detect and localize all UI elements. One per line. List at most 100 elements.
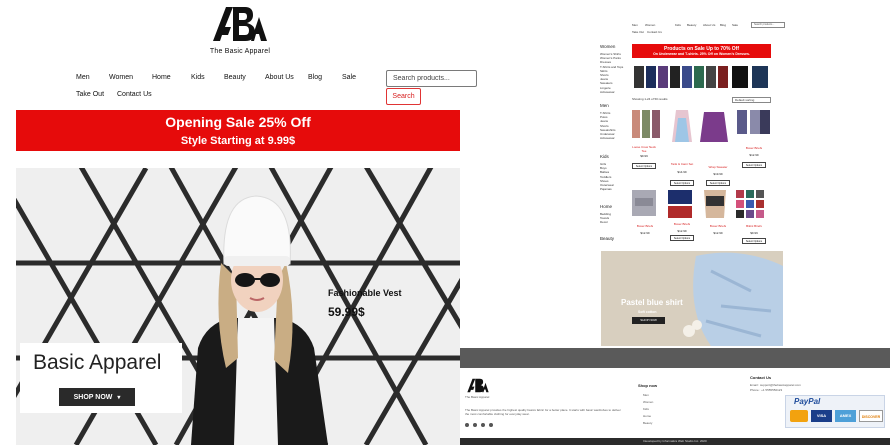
preview-nav-take-out[interactable]: Take Out — [632, 30, 644, 34]
preview-nav-kids[interactable]: Kids — [675, 23, 681, 27]
sidebar-heading-kids[interactable]: Kids — [600, 154, 609, 159]
product-name[interactable]: Boxer Briefs — [705, 224, 731, 228]
preview-sale-banner: Products on Sale Up to 70% Off On Underw… — [632, 44, 771, 58]
product-name[interactable]: Boxer Briefs — [632, 224, 658, 228]
sidebar-item[interactable]: Decor — [600, 220, 628, 224]
product-name[interactable]: Bikini Briefs — [741, 224, 767, 228]
preview-banner-subline: On Underwear and T-shirts. 25% Off on Wo… — [653, 52, 750, 56]
product-name[interactable]: Wrap Sweater — [705, 165, 731, 169]
sidebar-kids-list: Girls Boys Babies Toddlers Shoes Outerwe… — [600, 162, 628, 191]
product-price: $9.99 — [640, 154, 648, 158]
shop-now-label: SHOP NOW — [73, 393, 113, 401]
hero-product-price: 59.99$ — [328, 305, 365, 319]
preview-nav-blog[interactable]: Blog — [720, 23, 726, 27]
nav-sale[interactable]: Sale — [342, 74, 356, 81]
product-price: $14.99 — [677, 170, 687, 174]
instagram-icon[interactable] — [481, 423, 485, 427]
nav-about-us[interactable]: About Us — [265, 74, 294, 81]
sidebar-item[interactable]: Activewear — [600, 136, 628, 140]
amex-card: AMEX — [835, 410, 856, 422]
sale-banner-subline: Style Starting at 9.99$ — [180, 135, 296, 147]
search-input[interactable] — [386, 70, 477, 87]
nav-beauty[interactable]: Beauty — [224, 74, 246, 81]
footer-copyright: Developed by Informatics Web Studio Inc.… — [460, 438, 890, 445]
preview-nav-men[interactable]: Men — [632, 23, 638, 27]
promo-title: Pastel blue shirt — [621, 298, 683, 307]
product-price: $12.99 — [677, 229, 687, 233]
footer: The Basic Apparel The Basic Apparel prov… — [460, 368, 890, 438]
facebook-icon[interactable] — [465, 423, 469, 427]
footer-logo-icon[interactable] — [466, 378, 490, 393]
promo-banner[interactable]: Pastel blue shirt Soft cotton SHOP NOW — [601, 251, 783, 346]
footer-link[interactable]: Kids — [643, 406, 653, 413]
promo-shop-now-button[interactable]: SHOP NOW — [632, 317, 665, 324]
preview-nav-women[interactable]: Women — [645, 23, 655, 27]
nav-men[interactable]: Men — [76, 74, 90, 81]
footer-link[interactable]: Men — [643, 392, 653, 399]
product-price: $12.99 — [640, 231, 650, 235]
sidebar-heading-women[interactable]: Women — [600, 44, 615, 49]
nav-women[interactable]: Women — [109, 74, 133, 81]
nav-kids[interactable]: Kids — [191, 74, 205, 81]
footer-link[interactable]: Women — [643, 399, 653, 406]
footer-email[interactable]: Email : support@thebasicapparel.com — [750, 383, 801, 387]
product-row-1-image — [632, 110, 770, 142]
footer-divider-bar — [460, 348, 890, 368]
preview-search-input[interactable]: Search products... — [751, 22, 785, 28]
select-options-button[interactable]: Select Options — [670, 180, 694, 186]
hero-banner[interactable]: Fashionable Vest 59.99$ Basic Apparel SH… — [16, 168, 460, 445]
footer-phone[interactable]: Phone : +1 5555550123 — [750, 388, 782, 392]
youtube-icon[interactable] — [473, 423, 477, 427]
sale-banner: Opening Sale 25% Off Style Starting at 9… — [16, 110, 460, 151]
select-options-button[interactable]: Select Options — [742, 238, 766, 244]
preview-nav-beauty[interactable]: Beauty — [687, 23, 696, 27]
hero-title: Basic Apparel — [33, 351, 162, 374]
product-name[interactable]: Boxer Briefs — [669, 222, 695, 226]
nav-contact-us[interactable]: Contact Us — [117, 91, 152, 98]
footer-link[interactable]: Home — [643, 413, 653, 420]
nav-take-out[interactable]: Take Out — [76, 91, 104, 98]
footer-contact-heading: Contact Us — [750, 375, 772, 380]
pinterest-icon[interactable] — [489, 423, 493, 427]
sidebar-heading-beauty[interactable]: Beauty — [600, 236, 614, 241]
footer-link[interactable]: Beauty — [643, 420, 653, 427]
hero-product-label: Fashionable Vest — [328, 288, 402, 298]
product-name[interactable]: Boxer Briefs — [741, 146, 767, 150]
social-links — [465, 423, 493, 427]
product-strip-image — [632, 62, 771, 92]
product-name[interactable]: Loose Crew Neck Tee — [632, 145, 656, 153]
promo-subtitle: Soft cotton — [638, 310, 657, 314]
product-name[interactable]: Tank & Cami Set — [669, 162, 695, 166]
sidebar-heading-home[interactable]: Home — [600, 204, 612, 209]
select-options-button[interactable]: Select Options — [706, 180, 730, 186]
footer-brand-name: The Basic Apparel — [465, 395, 490, 399]
sidebar-item[interactable]: Pajamas — [600, 187, 628, 191]
shop-now-button[interactable]: SHOP NOW ▾ — [59, 388, 135, 406]
product-row-2-image — [632, 190, 764, 218]
payment-methods: PayPal VISA AMEX DISCOVER — [785, 395, 885, 428]
preview-nav-about[interactable]: About Us — [703, 23, 715, 27]
brand-name: The Basic Apparel — [209, 48, 271, 55]
nav-home[interactable]: Home — [152, 74, 171, 81]
select-options-button[interactable]: Select Options — [742, 162, 766, 168]
search-button[interactable]: Search — [386, 88, 421, 105]
sort-select[interactable]: Default sorting — [732, 97, 771, 103]
footer-shop-links: Men Women Kids Home Beauty — [643, 392, 653, 427]
sidebar-home-list: Bedding Towels Decor — [600, 212, 628, 225]
product-price: $12.99 — [713, 231, 723, 235]
sidebar-women-list: Women's Shirts Women's Pants Dresses T-S… — [600, 52, 628, 94]
nav-blog[interactable]: Blog — [308, 74, 322, 81]
visa-card: VISA — [811, 410, 832, 422]
preview-nav-sale[interactable]: Sale — [732, 23, 738, 27]
sidebar-item[interactable]: Activewear — [600, 90, 628, 94]
results-count: Showing 1-24 of 50 results — [632, 97, 668, 101]
sidebar-men-list: T-Shirts Polos Jeans Shorts Sweatshirts … — [600, 111, 628, 140]
select-options-button[interactable]: Select Options — [632, 163, 656, 169]
product-price: $9.99 — [750, 231, 758, 235]
brand-logo-icon[interactable] — [211, 5, 269, 43]
preview-nav-contact[interactable]: Contact Us — [647, 30, 662, 34]
select-options-button[interactable]: Select Options — [670, 235, 694, 241]
product-price: $12.99 — [749, 153, 759, 157]
footer-about-text: The Basic Apparel provides the highest q… — [465, 408, 621, 416]
sidebar-heading-men[interactable]: Men — [600, 103, 609, 108]
